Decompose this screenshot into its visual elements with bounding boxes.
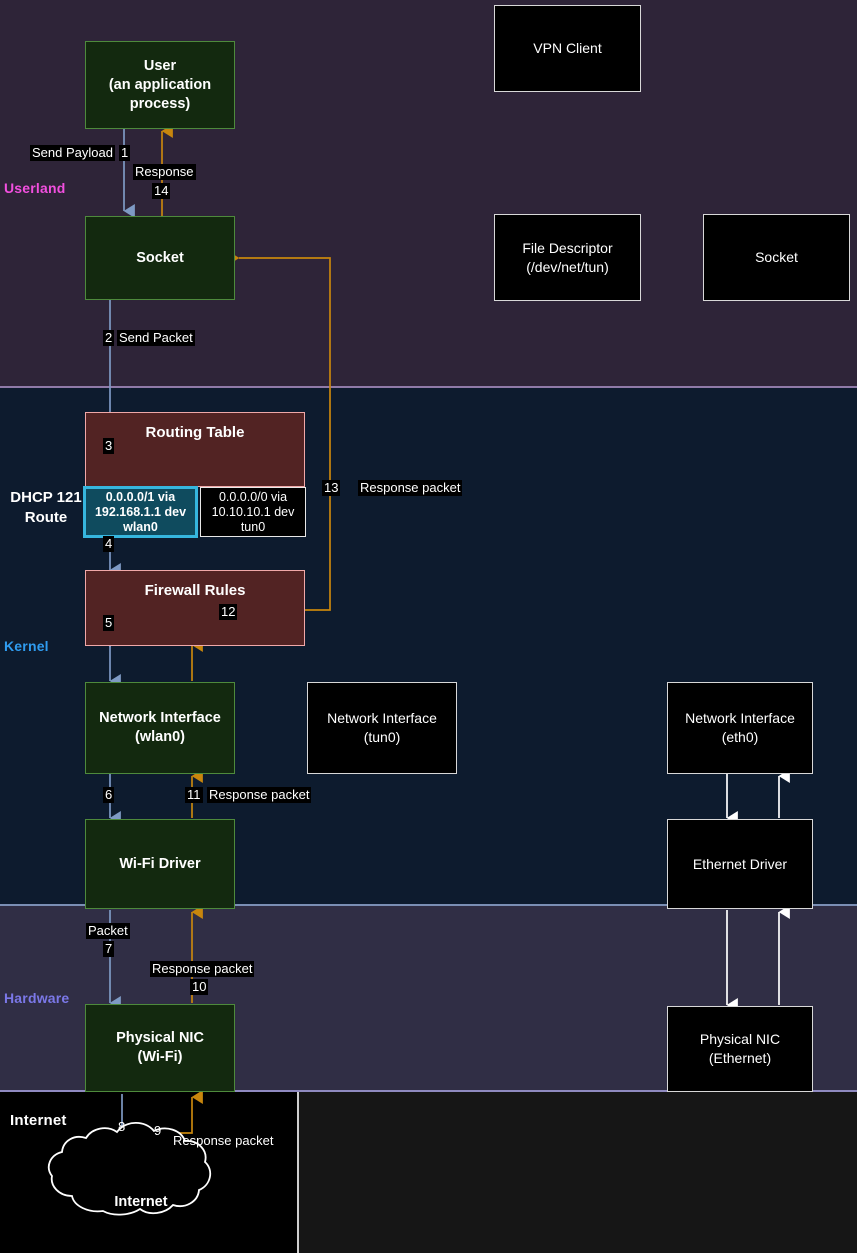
node-nic-eth0-line2: (eth0) <box>722 729 759 745</box>
node-firewall-rules[interactable]: Firewall Rules <box>85 570 305 646</box>
edge-label-response-11: Response packet <box>207 787 311 803</box>
node-internet-cloud[interactable]: Internet <box>96 1192 186 1212</box>
node-user-line1: User <box>144 58 176 74</box>
edge-step-10: 10 <box>190 979 208 995</box>
node-file-descriptor[interactable]: File Descriptor (/dev/net/tun) <box>494 214 641 301</box>
dhcp-route-line1: DHCP 121 <box>10 489 81 506</box>
route-inactive-line3: tun0 <box>241 520 265 534</box>
internet-panel-right <box>299 1092 857 1253</box>
node-file-descriptor-line1: File Descriptor <box>522 240 612 256</box>
edge-label-send-payload: Send Payload <box>30 145 115 161</box>
node-physical-nic-ethernet[interactable]: Physical NIC (Ethernet) <box>667 1006 813 1092</box>
band-label-internet: Internet <box>10 1112 67 1129</box>
band-label-hardware: Hardware <box>4 990 69 1006</box>
node-nic-tun0-line1: Network Interface <box>327 710 437 726</box>
node-nic-tun0[interactable]: Network Interface (tun0) <box>307 682 457 774</box>
edge-step-12: 12 <box>219 604 237 620</box>
edge-step-8: 8 <box>116 1119 127 1135</box>
route-active-line2: 192.168.1.1 dev <box>95 505 186 519</box>
node-physical-nic-ethernet-line2: (Ethernet) <box>709 1050 771 1066</box>
node-socket-vpn[interactable]: Socket <box>703 214 850 301</box>
node-vpn-client-label: VPN Client <box>529 39 605 58</box>
node-physical-nic-wifi-line1: Physical NIC <box>116 1030 204 1046</box>
node-routing-table[interactable]: Routing Table <box>85 412 305 487</box>
edge-step-7: 7 <box>103 941 114 957</box>
edge-step-3: 3 <box>103 438 114 454</box>
band-label-userland: Userland <box>4 180 66 196</box>
node-firewall-rules-label: Firewall Rules <box>141 581 250 600</box>
node-physical-nic-wifi-line2: (Wi-Fi) <box>138 1049 183 1065</box>
edge-step-14: 14 <box>152 183 170 199</box>
edge-label-send-packet: Send Packet <box>117 330 195 346</box>
node-user[interactable]: User (an application process) <box>85 41 235 129</box>
node-physical-nic-ethernet-line1: Physical NIC <box>700 1031 780 1047</box>
diagram-canvas: User (an application process) Socket VPN… <box>0 0 857 1253</box>
node-wifi-driver-label: Wi-Fi Driver <box>115 855 204 874</box>
edge-step-5: 5 <box>103 615 114 631</box>
node-nic-tun0-line2: (tun0) <box>364 729 401 745</box>
edge-step-11: 11 <box>185 787 203 803</box>
edge-step-4: 4 <box>103 536 114 552</box>
route-inactive-line1: 0.0.0.0/0 via <box>219 490 287 504</box>
node-routing-table-label: Routing Table <box>142 423 249 442</box>
edge-step-13: 13 <box>322 480 340 496</box>
edge-label-response-10: Response packet <box>150 961 254 977</box>
route-entry-inactive[interactable]: 0.0.0.0/0 via 10.10.10.1 dev tun0 <box>200 487 306 537</box>
edge-label-packet-7: Packet <box>86 923 130 939</box>
route-active-line3: wlan0 <box>123 520 158 534</box>
node-nic-wlan0[interactable]: Network Interface (wlan0) <box>85 682 235 774</box>
node-physical-nic-wifi[interactable]: Physical NIC (Wi-Fi) <box>85 1004 235 1092</box>
node-ethernet-driver[interactable]: Ethernet Driver <box>667 819 813 909</box>
node-user-line3: process) <box>130 96 190 112</box>
node-internet-cloud-label: Internet <box>110 1193 171 1212</box>
dhcp-route-label: DHCP 121 Route <box>0 488 92 528</box>
node-user-line2: (an application <box>109 77 211 93</box>
edge-step-9: 9 <box>152 1123 163 1139</box>
edge-label-response-13: Response packet <box>358 480 462 496</box>
node-nic-eth0[interactable]: Network Interface (eth0) <box>667 682 813 774</box>
node-ethernet-driver-label: Ethernet Driver <box>689 855 791 874</box>
route-inactive-line2: 10.10.10.1 dev <box>212 505 295 519</box>
edge-step-1: 1 <box>119 145 130 161</box>
node-socket-label: Socket <box>132 249 188 268</box>
node-nic-wlan0-line2: (wlan0) <box>135 729 185 745</box>
edge-label-response-9: Response packet <box>171 1133 275 1149</box>
node-vpn-client[interactable]: VPN Client <box>494 5 641 92</box>
edge-step-2: 2 <box>103 330 114 346</box>
node-nic-eth0-line1: Network Interface <box>685 710 795 726</box>
node-socket[interactable]: Socket <box>85 216 235 300</box>
node-file-descriptor-line2: (/dev/net/tun) <box>526 259 609 275</box>
band-label-kernel: Kernel <box>4 638 49 654</box>
edge-step-6: 6 <box>103 787 114 803</box>
node-wifi-driver[interactable]: Wi-Fi Driver <box>85 819 235 909</box>
route-entry-active[interactable]: 0.0.0.0/1 via 192.168.1.1 dev wlan0 <box>83 486 198 538</box>
edge-label-response: Response <box>133 164 196 180</box>
node-socket-vpn-label: Socket <box>751 248 802 267</box>
route-active-line1: 0.0.0.0/1 via <box>106 490 176 504</box>
node-nic-wlan0-line1: Network Interface <box>99 710 221 726</box>
dhcp-route-line2: Route <box>25 509 68 526</box>
